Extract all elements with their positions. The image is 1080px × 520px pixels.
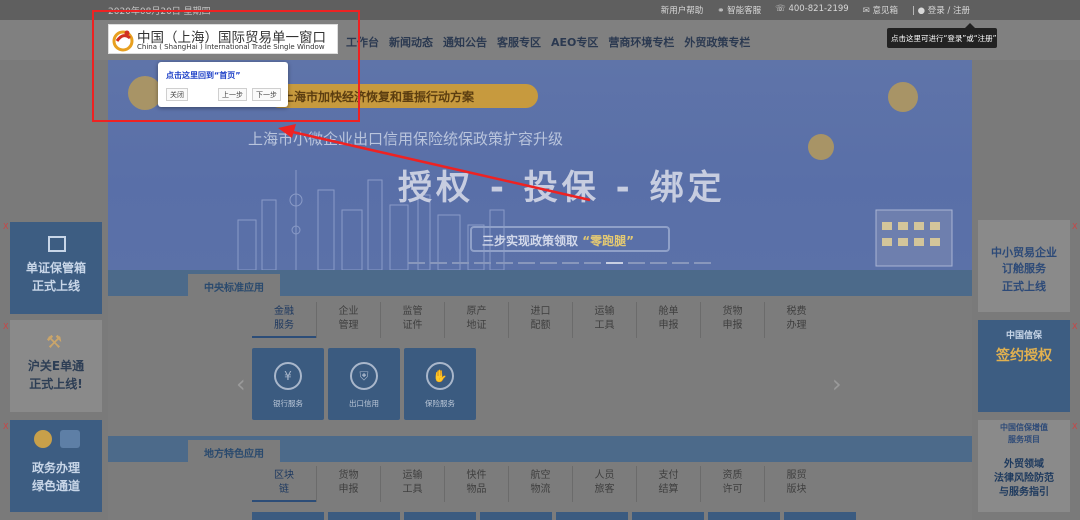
- close-left-ad-1[interactable]: X: [3, 222, 8, 231]
- category-manifest[interactable]: 舱单 申报: [636, 302, 700, 338]
- shield-icon: ⛨: [350, 362, 378, 390]
- nav-business-env[interactable]: 营商环境专栏: [608, 34, 674, 50]
- coin-decoration: [888, 82, 918, 112]
- tools-icon: ⚒: [46, 332, 63, 353]
- coin-decoration: [808, 134, 834, 160]
- local-categories: 区块链 货物 申报 运输 工具 快件 物品 航空 物流 人员 旅客 支付 结算 资质 许可 服…: [252, 466, 828, 502]
- category-finance[interactable]: 金融 服务: [252, 302, 316, 338]
- tile-label: 保险服务: [425, 399, 455, 408]
- left-ad-1-line2: 正式上线: [31, 279, 80, 293]
- service-tiles: ¥ 银行服务 ⛨ 出口信用 ✋ 保险服务: [252, 348, 476, 420]
- calendar-illustration: [875, 209, 953, 267]
- left-ad-e-document[interactable]: ⚒ 沪关E单通 正式上线!: [10, 320, 102, 412]
- smart-service-link[interactable]: ⚭ 智能客服: [717, 4, 761, 16]
- right-ad-3-line2: 服务项目: [1008, 435, 1040, 444]
- category-passengers[interactable]: 人员 旅客: [572, 466, 636, 502]
- local-section-title[interactable]: 地方特色应用: [188, 440, 280, 462]
- right-ad-1-line2: 订舱服务: [1002, 262, 1046, 275]
- category-transport[interactable]: 运输 工具: [572, 302, 636, 338]
- local-tiles-partial: [252, 512, 856, 520]
- next-arrow-icon[interactable]: ›: [832, 370, 842, 398]
- right-ad-legal-guide[interactable]: 中国信保增值 服务项目 外贸领域 法律风险防范 与服务指引: [978, 420, 1070, 512]
- top-links: 新用户帮助 ⚭ 智能客服 ☏ 400-821-2199 ✉ 意见箱 | ● 登录…: [661, 4, 970, 16]
- category-payment[interactable]: 支付 结算: [636, 466, 700, 502]
- right-ad-3-line4: 法律风险防范: [994, 473, 1054, 484]
- left-ad-2-line2: 正式上线!: [29, 377, 83, 391]
- right-ad-3-line3: 外贸领域: [1004, 459, 1044, 470]
- nav-trade-policy[interactable]: 外贸政策专栏: [684, 34, 750, 50]
- close-right-ad-3[interactable]: X: [1072, 422, 1077, 431]
- close-left-ad-2[interactable]: X: [3, 322, 8, 331]
- hotline: ☏ 400-821-2199: [775, 4, 849, 14]
- banner-headline: 授权 - 投保 - 绑定: [398, 168, 726, 208]
- login-register-link[interactable]: | ● 登录 / 注册: [912, 4, 970, 16]
- yen-icon: ¥: [274, 362, 302, 390]
- insurance-tile[interactable]: ✋ 保险服务: [404, 348, 476, 420]
- right-ad-sinosure[interactable]: 中国信保 签约授权: [978, 320, 1070, 412]
- central-section-header: 中央标准应用: [108, 270, 972, 296]
- left-ad-3-line1: 政务办理: [31, 461, 80, 475]
- help-link[interactable]: 新用户帮助: [661, 4, 704, 16]
- right-ad-1-line3: 正式上线: [1002, 280, 1046, 293]
- main-nav: 工作台 新闻动态 通知公告 客服专区 AEO专区 营商环境专栏 外贸政策专栏: [346, 34, 750, 50]
- prev-arrow-icon[interactable]: ‹: [236, 370, 246, 398]
- category-transport-tools[interactable]: 运输 工具: [380, 466, 444, 502]
- category-enterprise[interactable]: 企业 管理: [316, 302, 380, 338]
- government-icon: [34, 430, 52, 448]
- feedback-link[interactable]: ✉ 意见箱: [863, 4, 898, 16]
- category-origin[interactable]: 原产 地证: [444, 302, 508, 338]
- nav-notices[interactable]: 通知公告: [443, 34, 487, 50]
- insurance-hand-icon: ✋: [426, 362, 454, 390]
- right-ad-1-line1: 中小贸易企业: [991, 246, 1057, 259]
- close-right-ad-1[interactable]: X: [1072, 222, 1077, 231]
- left-ad-2-line1: 沪关E单通: [27, 359, 85, 373]
- close-right-ad-2[interactable]: X: [1072, 322, 1077, 331]
- left-ad-green-channel[interactable]: 政务办理 绿色通道: [10, 420, 102, 512]
- category-goods[interactable]: 货物 申报: [700, 302, 764, 338]
- category-goods-declare[interactable]: 货物 申报: [316, 466, 380, 502]
- category-qualification[interactable]: 资质 许可: [700, 466, 764, 502]
- chat-icon: [60, 430, 80, 448]
- right-ad-2-line2: 签约授权: [996, 348, 1052, 364]
- local-section-header: 地方特色应用: [108, 436, 972, 462]
- export-credit-tile[interactable]: ⛨ 出口信用: [328, 348, 400, 420]
- category-quota[interactable]: 进口 配额: [508, 302, 572, 338]
- category-tax[interactable]: 税费 办理: [764, 302, 828, 338]
- tile-label: 银行服务: [273, 399, 303, 408]
- left-ad-document-box[interactable]: 单证保管箱 正式上线: [10, 222, 102, 314]
- nav-news[interactable]: 新闻动态: [389, 34, 433, 50]
- nav-service[interactable]: 客服专区: [497, 34, 541, 50]
- nav-aeo[interactable]: AEO专区: [551, 34, 598, 50]
- highlight-box: [92, 10, 360, 122]
- category-air-logistics[interactable]: 航空 物流: [508, 466, 572, 502]
- right-ad-3-line1: 中国信保增值: [1000, 423, 1048, 432]
- category-license[interactable]: 监管 证件: [380, 302, 444, 338]
- category-service-trade[interactable]: 服贸 版块: [764, 466, 828, 502]
- carousel-indicators[interactable]: [408, 262, 711, 264]
- right-ad-2-line1: 中国信保: [1005, 331, 1042, 341]
- document-box-icon: [48, 236, 66, 252]
- bank-service-tile[interactable]: ¥ 银行服务: [252, 348, 324, 420]
- right-ad-3-line5: 与服务指引: [999, 487, 1049, 498]
- category-blockchain[interactable]: 区块链: [252, 466, 316, 502]
- banner-subtitle: 上海市小微企业出口信用保险统保政策扩容升级: [248, 130, 564, 148]
- central-categories: 金融 服务 企业 管理 监管 证件 原产 地证 进口 配额 运输 工具 舱单 申报 货物 申报 …: [252, 302, 828, 338]
- close-left-ad-3[interactable]: X: [3, 422, 8, 431]
- left-ad-1-line1: 单证保管箱: [25, 261, 86, 275]
- category-express[interactable]: 快件 物品: [444, 466, 508, 502]
- banner-pill: 三步实现政策领取 “零跑腿”: [470, 226, 670, 252]
- left-ad-3-line2: 绿色通道: [31, 479, 80, 493]
- login-tooltip: 点击这里可进行“登录”或“注册”: [887, 23, 997, 48]
- central-section-title[interactable]: 中央标准应用: [188, 274, 280, 296]
- tile-label: 出口信用: [349, 399, 379, 408]
- right-ad-booking[interactable]: 中小贸易企业 订舱服务 正式上线: [978, 220, 1070, 312]
